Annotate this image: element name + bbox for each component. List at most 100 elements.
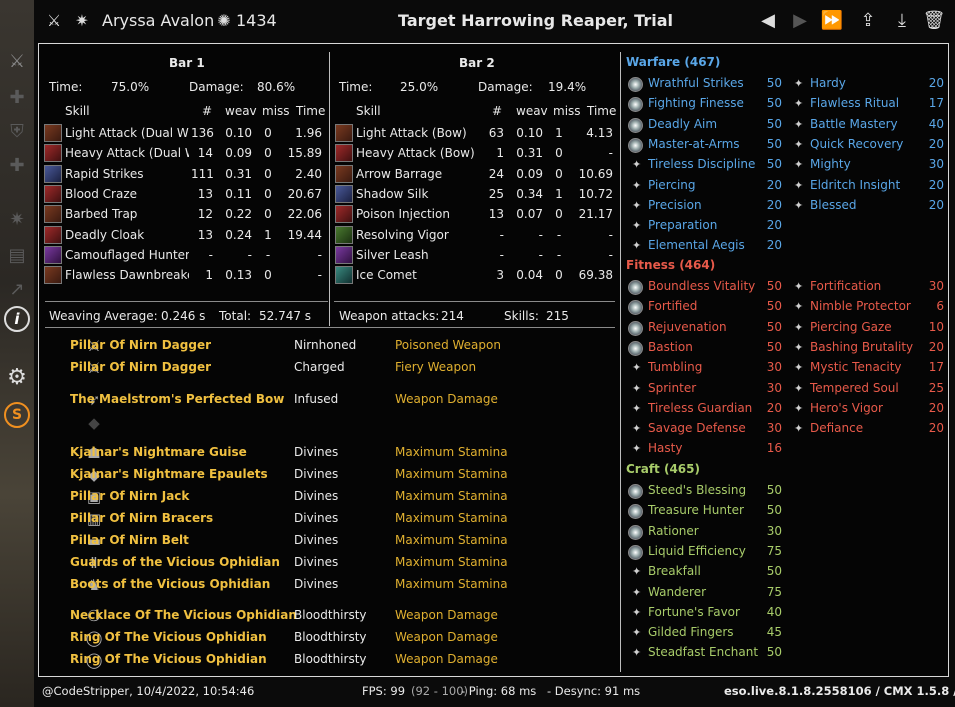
heal-plus-icon[interactable]: ✚ <box>4 152 30 178</box>
skill-weav: 0.07 <box>516 207 543 222</box>
gear-enchant: Maximum Stamina <box>395 489 508 503</box>
skill-time: 4.13 <box>586 126 613 140</box>
bar1-col-weav: weav <box>225 104 257 118</box>
skill-weav: 0.09 <box>516 166 543 181</box>
slotted-star-icon <box>628 544 643 560</box>
cp-star-value: 20 <box>766 400 782 415</box>
cp-star-value: 50 <box>766 96 782 111</box>
gear-trait: Divines <box>294 489 339 503</box>
cp-star-name: Preparation <box>648 218 718 233</box>
axe-icon[interactable]: ⚔ <box>4 48 30 74</box>
cp-star-value: 50 <box>766 299 782 314</box>
player-name: Aryssa Avalon <box>102 11 215 30</box>
bar2-col-time: Time <box>587 104 617 118</box>
fast-forward-icon[interactable]: ⏩ <box>820 8 844 32</box>
gear-icon[interactable]: ⚙ <box>4 364 30 390</box>
slotted-star-icon <box>628 504 643 520</box>
trend-icon[interactable]: ↗ <box>4 276 30 302</box>
cp-star-value: 50 <box>766 503 782 518</box>
cp-star-value: 25 <box>928 380 944 395</box>
bar1-time: 75.0% <box>111 80 150 94</box>
skill-icon <box>335 225 353 244</box>
s-icon[interactable]: S <box>4 402 30 428</box>
gear-trait: Bloodthirsty <box>294 652 367 666</box>
star-icon: ✦ <box>794 300 804 314</box>
cp-star-name: Bashing Brutality <box>810 339 914 354</box>
skill-weav: 0.13 <box>225 268 252 283</box>
gear-enchant: Poisoned Weapon <box>395 338 501 352</box>
cp-star-value: 20 <box>766 218 782 233</box>
bar2-footer-val: 214 <box>441 309 464 323</box>
skill-count: - <box>208 247 213 262</box>
gear-enchant: Fiery Weapon <box>395 360 477 374</box>
skill-miss: - <box>556 247 562 262</box>
skill-icon <box>335 184 353 203</box>
skill-miss: 0 <box>264 207 272 222</box>
scroll-icon[interactable]: ▤ <box>4 242 30 268</box>
skill-weav: 0.24 <box>225 227 252 242</box>
skill-count: 136 <box>191 126 214 140</box>
slotted-star-icon <box>628 280 643 295</box>
skill-name: Poison Injection <box>356 207 450 222</box>
gear-enchant: Maximum Stamina <box>395 555 508 569</box>
gear-trait: Charged <box>294 360 345 374</box>
cp-star-name: Battle Mastery <box>810 116 898 131</box>
export-icon[interactable]: ⤓ <box>890 8 914 32</box>
cp-star-name: Wanderer <box>648 584 707 599</box>
cp-star-name: Piercing Gaze <box>810 319 892 334</box>
upload-icon[interactable]: ⇪ <box>856 8 880 32</box>
bar2-damage-label: Damage: <box>478 80 533 94</box>
shield-icon[interactable]: ⛨ <box>4 118 30 144</box>
slotted-star-icon <box>628 117 643 133</box>
skill-name: Light Attack (Dual Wi <box>65 126 189 140</box>
cp-star-value: 40 <box>928 116 944 131</box>
bar1-footer-label: Weaving Average: <box>49 309 158 323</box>
play-icon[interactable]: ▶ <box>788 8 812 32</box>
bar2-total-val: 215 <box>546 309 569 323</box>
skill-miss: 1 <box>555 126 563 140</box>
info-icon[interactable]: i <box>4 306 30 332</box>
cp-star-name: Hero's Vigor <box>810 400 883 415</box>
cp-star-value: 50 <box>766 645 782 660</box>
gear-trait: Infused <box>294 392 339 406</box>
cp-star-name: Nimble Protector <box>810 299 911 314</box>
cp-star-name: Tireless Guardian <box>648 400 753 415</box>
cp-star-name: Gilded Fingers <box>648 625 734 640</box>
skill-miss: 0 <box>264 186 272 201</box>
skill-icon <box>44 225 62 244</box>
star-icon: ✦ <box>632 361 642 375</box>
skill-weav: - <box>247 247 252 262</box>
skill-time: 20.67 <box>287 186 322 201</box>
cp-star-name: Breakfall <box>648 564 701 579</box>
bar2-damage: 19.4% <box>548 80 587 94</box>
prev-icon[interactable]: ◀ <box>756 8 780 32</box>
cp-star-value: 45 <box>766 625 782 640</box>
trash-icon[interactable]: 🗑 <box>922 8 946 32</box>
slotted-star-icon <box>628 484 643 499</box>
star-icon[interactable]: ✷ <box>4 206 30 232</box>
cp-star-name: Boundless Vitality <box>648 279 756 293</box>
bar1-total-label: Total: <box>219 309 252 323</box>
app-window: ⚔ ✚ ⛨ ✚ ✷ ▤ ↗ i ⚙ S ⚔ ✷ Aryssa Avalon ✺ … <box>0 0 955 707</box>
status-version: eso.live.8.1.8.2558106 / CMX 1.5.8 / LC … <box>724 684 955 698</box>
skill-weav: 0.34 <box>516 186 543 201</box>
skill-name: Silver Leash <box>356 247 429 262</box>
cp-star-name: Piercing <box>648 177 696 192</box>
skill-icon <box>335 245 353 264</box>
bar2-col-weav: weav <box>516 104 548 118</box>
skill-miss: 0 <box>555 146 563 161</box>
cp-star-value: 20 <box>928 339 944 354</box>
gear-name: Pillar Of Nirn Jack <box>70 489 190 503</box>
slotted-star-icon <box>628 77 643 92</box>
cp-star-name: Rationer <box>648 523 699 538</box>
cp-star-value: 30 <box>766 360 782 375</box>
skill-count: 13 <box>197 186 213 201</box>
empty-slot-icon: ◆ <box>88 414 100 432</box>
star-icon: ✦ <box>794 320 804 334</box>
skill-count: 24 <box>488 166 504 181</box>
plus-icon[interactable]: ✚ <box>4 84 30 110</box>
bar2-col-num: # <box>492 104 503 118</box>
skill-count: 12 <box>197 207 213 222</box>
bar1-time-label: Time: <box>49 80 83 94</box>
cp-star-value: 50 <box>766 116 782 131</box>
